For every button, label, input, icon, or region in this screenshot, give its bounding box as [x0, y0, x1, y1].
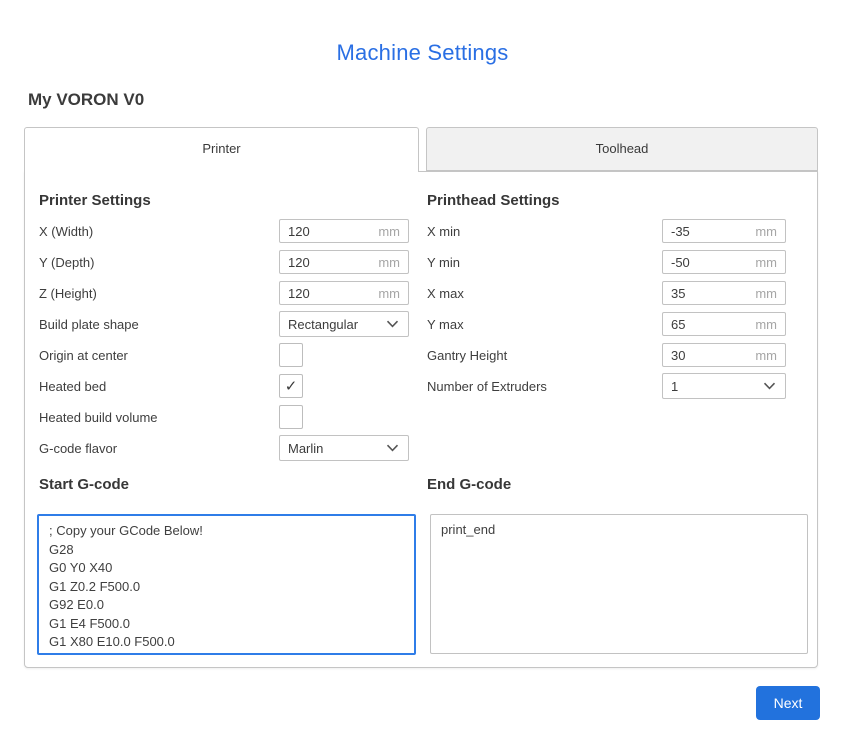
- row-origin-at-center: Origin at center ✓: [39, 343, 409, 367]
- chevron-down-icon: [386, 320, 399, 328]
- chevron-down-icon: [763, 382, 776, 390]
- x-width-field[interactable]: mm: [279, 219, 409, 243]
- row-y-min: Y min mm: [427, 250, 786, 274]
- number-of-extruders-label: Number of Extruders: [427, 379, 662, 394]
- gcode-flavor-label: G-code flavor: [39, 441, 279, 456]
- build-plate-shape-label: Build plate shape: [39, 317, 279, 332]
- y-min-label: Y min: [427, 255, 662, 270]
- z-height-unit-label: mm: [378, 286, 408, 301]
- x-max-label: X max: [427, 286, 662, 301]
- y-depth-unit-label: mm: [378, 255, 408, 270]
- gcode-flavor-select[interactable]: Marlin: [279, 435, 409, 461]
- machine-name: My VORON V0: [28, 90, 144, 110]
- tab-printer[interactable]: Printer: [24, 127, 419, 172]
- gcode-flavor-value: Marlin: [280, 441, 386, 456]
- y-min-unit-label: mm: [755, 255, 785, 270]
- y-max-label: Y max: [427, 317, 662, 332]
- start-gcode-heading: Start G-code: [39, 476, 129, 493]
- y-depth-label: Y (Depth): [39, 255, 279, 270]
- start-gcode-textarea[interactable]: ; Copy your GCode Below! G28 G0 Y0 X40 G…: [37, 514, 416, 655]
- y-max-input[interactable]: [663, 317, 755, 332]
- z-height-field[interactable]: mm: [279, 281, 409, 305]
- number-of-extruders-value: 1: [663, 379, 763, 394]
- heated-build-volume-label: Heated build volume: [39, 410, 279, 425]
- tab-printer-label: Printer: [202, 141, 240, 156]
- x-width-unit-label: mm: [378, 224, 408, 239]
- row-x-min: X min mm: [427, 219, 786, 243]
- settings-panel: Printer Settings Printhead Settings X (W…: [24, 171, 818, 668]
- next-button[interactable]: Next: [756, 686, 820, 720]
- x-min-field[interactable]: mm: [662, 219, 786, 243]
- row-number-of-extruders: Number of Extruders 1: [427, 374, 786, 398]
- z-height-label: Z (Height): [39, 286, 279, 301]
- end-gcode-textarea[interactable]: print_end: [430, 514, 808, 654]
- row-y-depth: Y (Depth) mm: [39, 250, 409, 274]
- x-width-label: X (Width): [39, 224, 279, 239]
- y-max-field[interactable]: mm: [662, 312, 786, 336]
- y-max-unit-label: mm: [755, 317, 785, 332]
- x-min-input[interactable]: [663, 224, 755, 239]
- check-icon: ✓: [285, 379, 298, 394]
- row-build-plate-shape: Build plate shape Rectangular: [39, 312, 409, 336]
- x-max-input[interactable]: [663, 286, 755, 301]
- row-x-width: X (Width) mm: [39, 219, 409, 243]
- printer-settings-heading: Printer Settings: [39, 192, 151, 209]
- chevron-down-icon: [386, 444, 399, 452]
- x-min-unit-label: mm: [755, 224, 785, 239]
- x-max-field[interactable]: mm: [662, 281, 786, 305]
- tab-toolhead[interactable]: Toolhead: [426, 127, 818, 171]
- heated-build-volume-checkbox[interactable]: ✓: [279, 405, 303, 429]
- end-gcode-heading: End G-code: [427, 476, 511, 493]
- row-gcode-flavor: G-code flavor Marlin: [39, 436, 409, 460]
- row-y-max: Y max mm: [427, 312, 786, 336]
- build-plate-shape-value: Rectangular: [280, 317, 386, 332]
- x-width-input[interactable]: [280, 224, 378, 239]
- machine-settings-dialog: Machine Settings My VORON V0 Printer Too…: [0, 0, 845, 734]
- tab-toolhead-label: Toolhead: [596, 141, 649, 156]
- printhead-settings-heading: Printhead Settings: [427, 192, 560, 209]
- gantry-height-unit-label: mm: [755, 348, 785, 363]
- page-title: Machine Settings: [0, 40, 845, 66]
- y-depth-input[interactable]: [280, 255, 378, 270]
- y-min-input[interactable]: [663, 255, 755, 270]
- origin-at-center-label: Origin at center: [39, 348, 279, 363]
- gantry-height-field[interactable]: mm: [662, 343, 786, 367]
- build-plate-shape-select[interactable]: Rectangular: [279, 311, 409, 337]
- z-height-input[interactable]: [280, 286, 378, 301]
- gantry-height-label: Gantry Height: [427, 348, 662, 363]
- row-heated-bed: Heated bed ✓: [39, 374, 409, 398]
- number-of-extruders-select[interactable]: 1: [662, 373, 786, 399]
- x-max-unit-label: mm: [755, 286, 785, 301]
- row-z-height: Z (Height) mm: [39, 281, 409, 305]
- heated-bed-checkbox[interactable]: ✓: [279, 374, 303, 398]
- row-heated-build-volume: Heated build volume ✓: [39, 405, 409, 429]
- y-min-field[interactable]: mm: [662, 250, 786, 274]
- heated-bed-label: Heated bed: [39, 379, 279, 394]
- row-x-max: X max mm: [427, 281, 786, 305]
- gantry-height-input[interactable]: [663, 348, 755, 363]
- origin-at-center-checkbox[interactable]: ✓: [279, 343, 303, 367]
- printhead-settings-column: X min mm Y min mm X max mm: [427, 219, 786, 405]
- printer-settings-column: X (Width) mm Y (Depth) mm Z (Height) mm: [39, 219, 409, 467]
- row-gantry-height: Gantry Height mm: [427, 343, 786, 367]
- y-depth-field[interactable]: mm: [279, 250, 409, 274]
- x-min-label: X min: [427, 224, 662, 239]
